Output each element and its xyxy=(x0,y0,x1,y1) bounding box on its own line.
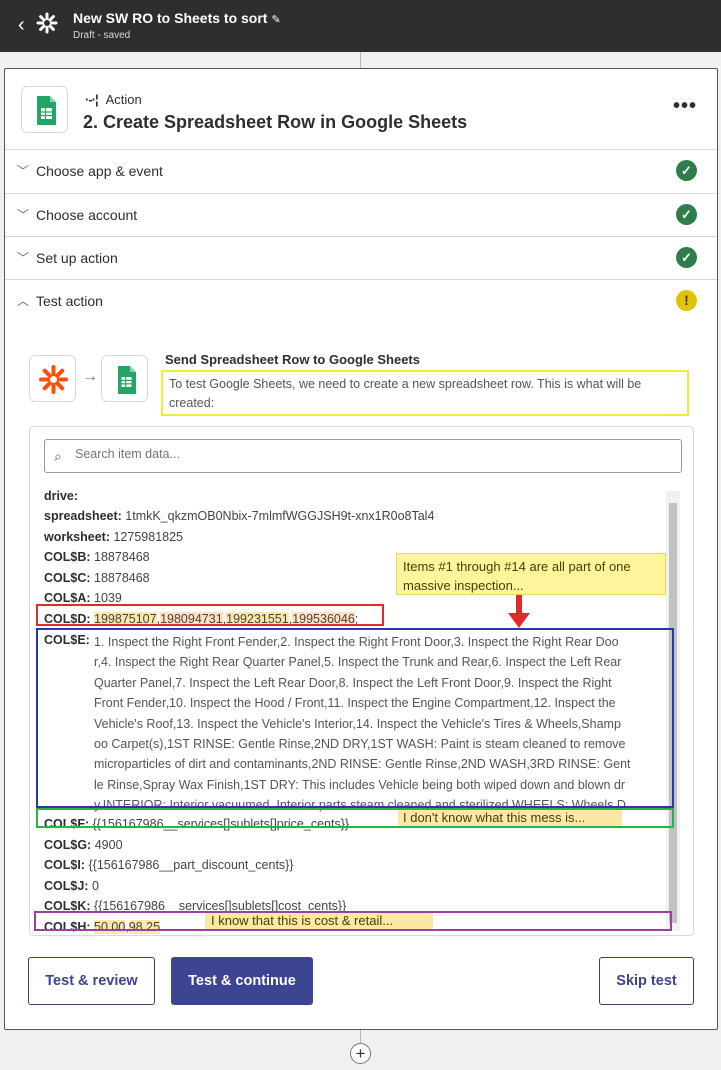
search-icon: ⌕ xyxy=(54,448,62,464)
section-set-up-action[interactable]: ﹀ Set up action ✓ xyxy=(5,236,717,279)
chevron-down-icon: ﹀ xyxy=(17,251,30,265)
warning-circle-icon: ! xyxy=(676,290,697,311)
section-choose-app[interactable]: ﹀ Choose app & event ✓ xyxy=(5,149,717,192)
annotation-note-mess: I don't know what this mess is... xyxy=(398,810,622,826)
field-cola: COL$A: 1039 xyxy=(44,591,122,605)
add-step-icon[interactable]: + xyxy=(350,1043,371,1064)
connector-line xyxy=(360,1030,361,1043)
check-circle-icon: ✓ xyxy=(676,204,697,225)
chevron-left-icon[interactable]: ‹ xyxy=(18,14,25,37)
draft-status: Draft - saved xyxy=(73,30,131,41)
annotation-box-blue xyxy=(36,628,674,808)
search-input[interactable] xyxy=(75,447,665,461)
section-choose-account[interactable]: ﹀ Choose account ✓ xyxy=(5,193,717,236)
search-box[interactable]: ⌕ xyxy=(44,439,682,473)
chevron-down-icon: ﹀ xyxy=(17,164,30,178)
check-circle-icon: ✓ xyxy=(676,160,697,181)
step-path-icon: ·-·¦ xyxy=(85,92,99,107)
chevron-up-icon: ︿ xyxy=(17,294,30,308)
top-bar: ‹ New SW RO to Sheets to sort ✎ Draft - s… xyxy=(0,0,721,52)
arrow-right-icon: → xyxy=(82,368,98,385)
field-colj: COL$J: 0 xyxy=(44,879,99,893)
annotation-box-red xyxy=(36,604,384,626)
sheets-app-icon xyxy=(101,355,148,402)
step-card: ·-·¦ Action 2. Create Spreadsheet Row in … xyxy=(4,68,718,1030)
zapier-app-icon xyxy=(29,355,76,402)
more-horizontal-icon[interactable]: ••• xyxy=(673,95,697,118)
field-coli: COL$I: {{156167986__part_discount_cents}… xyxy=(44,858,294,872)
test-and-review-button[interactable]: Test & review xyxy=(28,957,155,1005)
google-sheets-icon xyxy=(118,366,136,394)
zap-title[interactable]: New SW RO to Sheets to sort ✎ xyxy=(73,10,281,26)
field-worksheet: worksheet: 1275981825 xyxy=(44,530,184,544)
section-test-action[interactable]: ︿ Test action ! xyxy=(5,279,717,322)
test-title: Send Spreadsheet Row to Google Sheets xyxy=(165,352,420,367)
field-colb: COL$B: 18878468 xyxy=(44,550,150,564)
connector-line xyxy=(360,52,361,68)
field-drive: drive: xyxy=(44,489,79,503)
test-description: To test Google Sheets, we need to create… xyxy=(161,370,689,416)
step-type: ·-·¦ Action xyxy=(85,92,142,107)
field-spreadsheet: spreadsheet: 1tmkK_qkzmOB0Nbix-7mlmfWGGJ… xyxy=(44,509,435,523)
pencil-icon[interactable]: ✎ xyxy=(271,14,280,26)
zapier-asterisk-icon xyxy=(36,12,58,34)
step-title: 2. Create Spreadsheet Row in Google Shee… xyxy=(83,112,468,132)
app-icon xyxy=(21,86,68,133)
zapier-asterisk-icon xyxy=(39,365,68,394)
chevron-down-icon: ﹀ xyxy=(17,208,30,222)
skip-test-button[interactable]: Skip test xyxy=(599,957,694,1005)
check-circle-icon: ✓ xyxy=(676,247,697,268)
google-sheets-icon xyxy=(37,96,56,125)
red-arrow-down-icon xyxy=(508,595,530,628)
annotation-note-items: Items #1 through #14 are all part of one… xyxy=(396,553,666,595)
annotation-note-cost: I know that this is cost & retail... xyxy=(205,913,433,929)
test-and-continue-button[interactable]: Test & continue xyxy=(171,957,313,1005)
field-colg: COL$G: 4900 xyxy=(44,838,123,852)
field-colc: COL$C: 18878468 xyxy=(44,571,150,585)
